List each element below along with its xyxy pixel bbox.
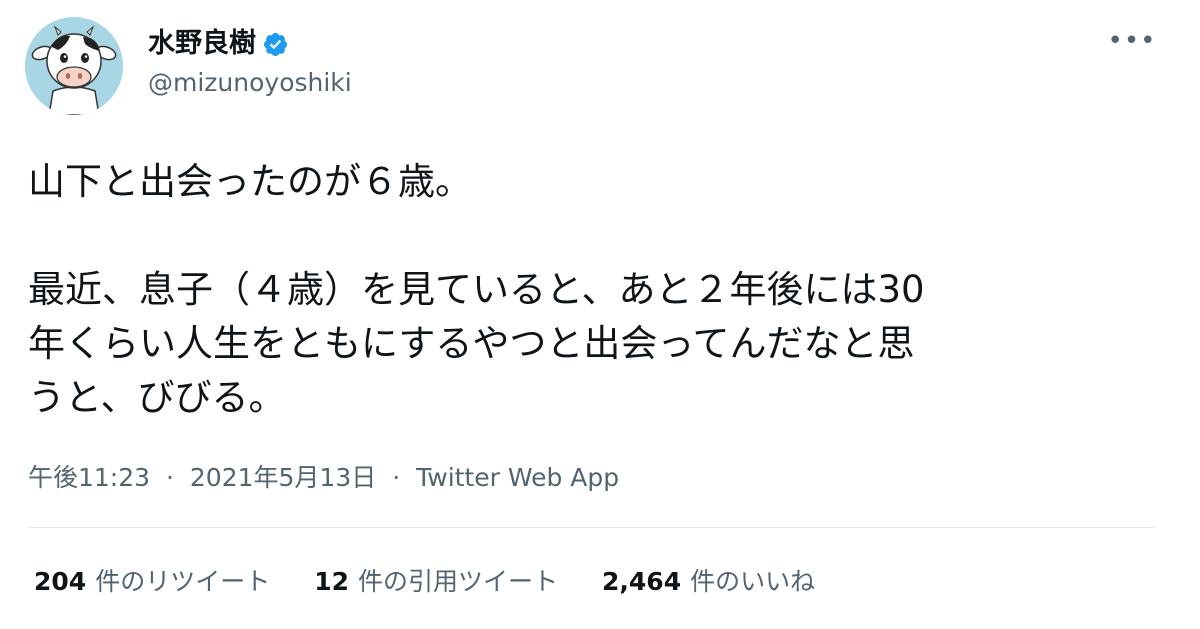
user-name-row: 水野良樹 bbox=[148, 24, 289, 64]
tweet-line: うと、びびる。 bbox=[28, 376, 286, 419]
retweets-count: 204 bbox=[34, 567, 87, 596]
retweets-label: 件のリツイート bbox=[95, 567, 271, 596]
tweet-time[interactable]: 午後11:23 bbox=[28, 458, 150, 498]
tweet-line: 山下と出会ったのが６歳。 bbox=[28, 160, 472, 203]
tweet-meta: 午後11:23 · 2021年5月13日 · Twitter Web App bbox=[28, 458, 619, 498]
meta-separator: · bbox=[392, 463, 401, 492]
quotes-label: 件の引用ツイート bbox=[358, 567, 559, 596]
quotes-count: 12 bbox=[314, 567, 349, 596]
likes-count: 2,464 bbox=[602, 567, 682, 596]
likes-stat[interactable]: 2,464 件のいいね bbox=[602, 562, 815, 602]
tweet-card: 水野良樹 @mizunoyoshiki ••• 山下と出会ったのが６歳。 最近、… bbox=[0, 0, 1200, 629]
tweet-line: 最近、息子（４歳）を見ていると、あと２年後には30 bbox=[28, 268, 925, 311]
more-options-icon: ••• bbox=[1107, 26, 1157, 56]
more-options-button[interactable]: ••• bbox=[1108, 26, 1156, 56]
avatar[interactable] bbox=[25, 17, 123, 115]
retweets-stat[interactable]: 204 件のリツイート bbox=[34, 562, 270, 602]
likes-label: 件のいいね bbox=[690, 567, 816, 596]
user-handle[interactable]: @mizunoyoshiki bbox=[148, 66, 352, 100]
tweet-line-blank bbox=[28, 209, 1168, 263]
tweet-date[interactable]: 2021年5月13日 bbox=[190, 458, 376, 498]
quotes-stat[interactable]: 12 件の引用ツイート bbox=[314, 562, 558, 602]
display-name[interactable]: 水野良樹 bbox=[148, 24, 256, 64]
tweet-stats: 204 件のリツイート 12 件の引用ツイート 2,464 件のいいね bbox=[34, 562, 859, 602]
cow-avatar-icon bbox=[25, 17, 123, 115]
meta-separator: · bbox=[166, 463, 174, 492]
tweet-text: 山下と出会ったのが６歳。 最近、息子（４歳）を見ていると、あと２年後には30 年… bbox=[28, 155, 1168, 425]
divider bbox=[28, 527, 1155, 528]
verified-badge-icon bbox=[262, 31, 289, 58]
tweet-source-link[interactable]: Twitter Web App bbox=[416, 458, 619, 498]
tweet-line: 年くらい人生をともにするやつと出会ってんだなと思 bbox=[28, 322, 915, 365]
